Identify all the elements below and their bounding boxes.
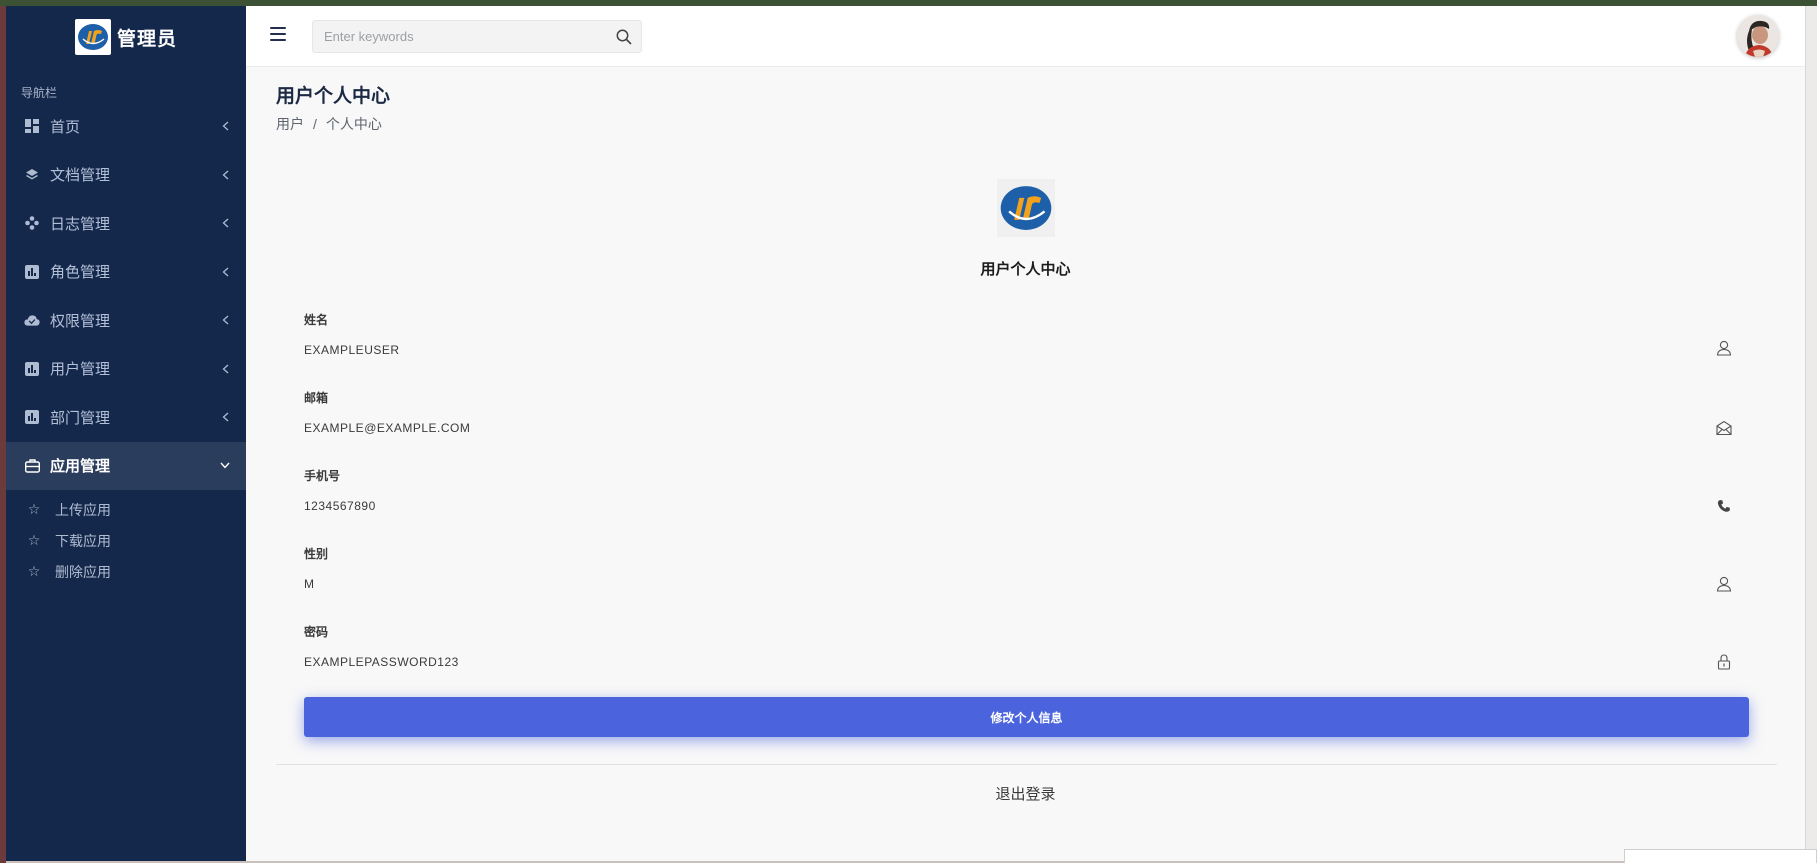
field-label: 手机号 — [304, 469, 341, 483]
brand-logo — [74, 19, 111, 55]
star-icon: ☆ — [27, 501, 41, 517]
phone-icon — [1715, 497, 1733, 515]
sidebar-item-permissions[interactable]: 权限管理 — [6, 296, 246, 345]
sidebar-subitem-label: 下载应用 — [55, 532, 111, 549]
sidebar-item-documents[interactable]: 文档管理 — [6, 151, 246, 200]
top-header — [246, 6, 1805, 67]
field-email: 邮箱 EXAMPLE@EXAMPLE.COM — [304, 389, 1752, 467]
field-label: 邮箱 — [304, 391, 329, 405]
bar-chart-icon — [24, 409, 40, 425]
search-icon[interactable] — [607, 21, 641, 52]
sidebar-subitem-delete[interactable]: ☆ 删除应用 — [6, 556, 246, 587]
star-icon: ☆ — [27, 532, 41, 548]
sidebar-item-label: 日志管理 — [50, 215, 111, 233]
page-title: 用户个人中心 — [276, 86, 391, 107]
chevron-left-icon — [220, 218, 230, 228]
sidebar-item-label: 权限管理 — [50, 312, 111, 330]
sidebar-item-home[interactable]: 首页 — [6, 102, 246, 151]
search-input[interactable] — [313, 21, 607, 52]
user-avatar[interactable] — [1737, 15, 1779, 57]
field-value: EXAMPLEPASSWORD123 — [304, 655, 459, 669]
sidebar-subitem-download[interactable]: ☆ 下载应用 — [6, 525, 246, 556]
bar-chart-icon — [24, 264, 40, 280]
gamepad-icon — [24, 215, 40, 231]
sidebar-item-label: 角色管理 — [50, 264, 111, 282]
field-label: 密码 — [304, 625, 329, 639]
sidebar-item-label: 文档管理 — [50, 167, 111, 185]
sidebar-subitem-label: 上传应用 — [55, 501, 111, 518]
field-password: 密码 EXAMPLEPASSWORD123 — [304, 623, 1752, 701]
page-scrollbar[interactable] — [1805, 6, 1817, 863]
sidebar-item-roles[interactable]: 角色管理 — [6, 248, 246, 297]
profile-heading: 用户个人中心 — [980, 261, 1071, 278]
cloud-icon — [24, 312, 40, 328]
chevron-left-icon — [220, 170, 230, 180]
nav-caption: 导航栏 — [21, 86, 58, 100]
sidebar-item-label: 首页 — [50, 118, 81, 136]
user-icon — [1715, 339, 1733, 357]
search-box — [312, 20, 642, 53]
sidebar-item-logs[interactable]: 日志管理 — [6, 199, 246, 248]
sidebar-subitem-label: 删除应用 — [55, 563, 111, 580]
user-icon — [1715, 575, 1733, 593]
dashboard-icon — [24, 118, 40, 134]
briefcase-icon — [24, 458, 40, 474]
field-value: 1234567890 — [304, 499, 376, 513]
layers-icon — [24, 167, 40, 183]
menu-toggle-icon[interactable] — [270, 27, 286, 41]
sidebar-item-label: 部门管理 — [50, 409, 111, 427]
field-gender: 性别 M — [304, 545, 1752, 623]
breadcrumb-item-current: 个人中心 — [325, 116, 382, 132]
edit-profile-button[interactable]: 修改个人信息 — [304, 697, 1749, 737]
field-label: 姓名 — [304, 313, 329, 327]
bar-chart-icon — [24, 361, 40, 377]
profile-logo — [997, 179, 1055, 237]
divider — [276, 764, 1777, 765]
lock-icon — [1715, 653, 1733, 671]
floating-preview-window[interactable] — [1624, 849, 1817, 863]
sidebar-item-applications[interactable]: 应用管理 — [6, 441, 246, 490]
field-value: EXAMPLEUSER — [304, 343, 400, 357]
sidebar-item-label: 应用管理 — [50, 458, 111, 476]
field-name: 姓名 EXAMPLEUSER — [304, 311, 1752, 389]
main-content: 用户个人中心 用户 / 个人中心 用户个人中心 姓名 EXAMPLEUSER 邮箱 … — [246, 67, 1805, 861]
sidebar-item-departments[interactable]: 部门管理 — [6, 393, 246, 442]
sidebar: 管理员 导航栏 首页 文档管理 日志管理 角色管理 权限管理 用户管理 部门管理… — [6, 6, 246, 861]
star-icon: ☆ — [27, 563, 41, 579]
breadcrumb-separator: / — [313, 116, 317, 132]
breadcrumb-item-user[interactable]: 用户 — [276, 116, 304, 132]
field-phone: 手机号 1234567890 — [304, 467, 1752, 545]
logout-link[interactable]: 退出登录 — [246, 783, 1805, 804]
field-label: 性别 — [304, 547, 329, 561]
chevron-down-icon — [220, 461, 230, 471]
sidebar-item-label: 用户管理 — [50, 361, 111, 379]
field-value: M — [304, 577, 315, 591]
brand[interactable]: 管理员 — [6, 6, 246, 68]
chevron-left-icon — [220, 121, 230, 131]
chevron-left-icon — [220, 267, 230, 277]
mail-open-icon — [1715, 419, 1733, 437]
breadcrumb: 用户 / 个人中心 — [276, 114, 382, 134]
field-value: EXAMPLE@EXAMPLE.COM — [304, 421, 471, 435]
brand-title: 管理员 — [116, 28, 177, 50]
chevron-left-icon — [220, 364, 230, 374]
chevron-left-icon — [220, 315, 230, 325]
chevron-left-icon — [220, 412, 230, 422]
sidebar-subitem-upload[interactable]: ☆ 上传应用 — [6, 494, 246, 525]
sidebar-item-users[interactable]: 用户管理 — [6, 345, 246, 394]
